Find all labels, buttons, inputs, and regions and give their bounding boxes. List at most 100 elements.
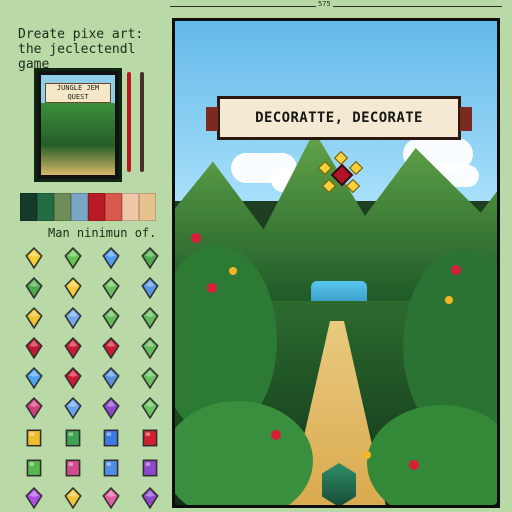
dark-pencil-icon: [140, 72, 144, 172]
palette-swatch: [71, 193, 88, 221]
left-title: Dreate pixe art: the jeclectendl game: [18, 27, 168, 72]
palette-swatch: [54, 193, 71, 221]
gem-blue-diamond-4-icon: [22, 366, 46, 390]
gem-pink-diamond-1-svg: [25, 397, 43, 419]
gem-green-diamond-6-svg: [140, 307, 159, 329]
gem-green-diamond-1-icon: [61, 246, 85, 270]
gem-yellow-diamond-3-svg: [25, 307, 43, 329]
gem-green-diamond-5-icon: [99, 306, 123, 330]
gem-green-diamond-8-icon: [138, 366, 162, 390]
gem-green-diamond-4-svg: [102, 277, 120, 299]
gem-yellow-diamond-2-svg: [63, 277, 82, 299]
gem-blue-square-1-svg: [103, 429, 119, 447]
gem-blue-diamond-5-icon: [99, 366, 123, 390]
gem-ray-icon: [345, 178, 361, 194]
gem-yellow-square-1-icon: [22, 426, 46, 450]
gem-green-square-1-icon: [61, 426, 85, 450]
gem-blue-square-2-svg: [103, 459, 119, 477]
thumbnail-label: JUNGLE JEM QUEST: [45, 83, 111, 103]
gem-green-diamond-2-svg: [140, 247, 159, 269]
thumbnail-preview: JUNGLE JEM QUEST: [34, 68, 122, 182]
color-palette: [20, 193, 156, 221]
gem-green-diamond-8-svg: [140, 367, 159, 389]
gem-purple-diamond-3-icon: [138, 486, 162, 510]
gem-green-diamond-5-svg: [102, 307, 120, 329]
gem-purple-diamond-1-svg: [102, 397, 120, 419]
gem-red-square-1-svg: [142, 429, 157, 447]
gem-green-diamond-4-icon: [99, 276, 123, 300]
gem-yellow-diamond-4-icon: [61, 486, 85, 510]
gem-pink-square-1-svg: [65, 459, 80, 477]
palette-swatch: [139, 193, 156, 221]
red-flower-icon: [207, 283, 217, 293]
gem-red-diamond-4-icon: [61, 366, 85, 390]
gem-yellow-diamond-4-svg: [63, 487, 82, 509]
gem-red-diamond-4-svg: [63, 367, 82, 389]
gem-ray-icon: [333, 150, 349, 166]
red-flower-icon: [191, 233, 201, 243]
palette-swatch: [20, 193, 37, 221]
gem-blue-square-1-icon: [99, 426, 123, 450]
palette-swatch: [37, 193, 54, 221]
palette-swatch: [122, 193, 139, 221]
palette-swatch: [105, 193, 122, 221]
minimum-label: Man ninimun of.: [48, 226, 157, 240]
gem-purple-diamond-2-icon: [22, 486, 46, 510]
yellow-berry-icon: [363, 451, 371, 459]
left-title-line-1: Dreate pixe art:: [18, 27, 144, 42]
gem-yellow-diamond-2-icon: [61, 276, 85, 300]
gem-ray-icon: [321, 178, 337, 194]
palette-swatch: [88, 193, 105, 221]
gem-green-diamond-7-svg: [140, 337, 159, 359]
gem-purple-square-1-svg: [142, 459, 157, 477]
gem-red-diamond-1-svg: [25, 337, 43, 359]
gem-purple-diamond-2-svg: [25, 487, 43, 509]
gem-green-diamond-3-svg: [25, 277, 43, 299]
gem-red-diamond-1-icon: [22, 336, 46, 360]
gem-green-square-1-svg: [65, 429, 80, 447]
gem-red-diamond-2-svg: [63, 337, 82, 359]
red-pencil-icon: [127, 72, 131, 172]
gem-blue-diamond-4-svg: [25, 367, 43, 389]
gem-yellow-square-1-svg: [26, 429, 42, 447]
gem-purple-square-1-icon: [138, 456, 162, 480]
red-flower-icon: [409, 460, 419, 470]
gem-ray-icon: [317, 160, 333, 176]
gem-purple-diamond-3-svg: [140, 487, 159, 509]
gem-green-square-2-svg: [26, 459, 42, 477]
gem-blue-diamond-3-svg: [63, 307, 82, 329]
floating-gem-cluster: [317, 150, 364, 194]
game-poster: DECORATTE, DECORATE: [172, 18, 500, 508]
dimension-text: 575: [316, 0, 333, 8]
gem-yellow-diamond-1-svg: [25, 247, 43, 269]
gem-pink-square-1-icon: [61, 456, 85, 480]
gem-pink-diamond-1-icon: [22, 396, 46, 420]
gem-green-diamond-1-svg: [63, 247, 82, 269]
gem-green-diamond-9-svg: [140, 397, 159, 419]
dimension-line: [170, 6, 502, 7]
gem-blue-diamond-1-svg: [102, 247, 120, 269]
gem-blue-diamond-6-icon: [61, 396, 85, 420]
red-flower-icon: [271, 430, 281, 440]
gem-green-diamond-9-icon: [138, 396, 162, 420]
gem-blue-diamond-2-icon: [138, 276, 162, 300]
gem-blue-square-2-icon: [99, 456, 123, 480]
gem-green-diamond-3-icon: [22, 276, 46, 300]
gem-green-diamond-2-icon: [138, 246, 162, 270]
gem-yellow-diamond-1-icon: [22, 246, 46, 270]
gem-yellow-diamond-3-icon: [22, 306, 46, 330]
gem-red-square-1-icon: [138, 426, 162, 450]
gem-grid: [22, 246, 164, 510]
gem-pink-diamond-2-svg: [102, 487, 120, 509]
gem-red-diamond-2-icon: [61, 336, 85, 360]
gem-blue-diamond-3-icon: [61, 306, 85, 330]
gem-green-diamond-7-icon: [138, 336, 162, 360]
gem-green-diamond-6-icon: [138, 306, 162, 330]
gem-red-diamond-3-svg: [102, 337, 120, 359]
yellow-berry-icon: [445, 296, 453, 304]
poster-banner: DECORATTE, DECORATE: [206, 96, 472, 140]
gem-purple-diamond-1-icon: [99, 396, 123, 420]
gem-blue-diamond-1-icon: [99, 246, 123, 270]
gem-red-diamond-3-icon: [99, 336, 123, 360]
yellow-berry-icon: [229, 267, 237, 275]
